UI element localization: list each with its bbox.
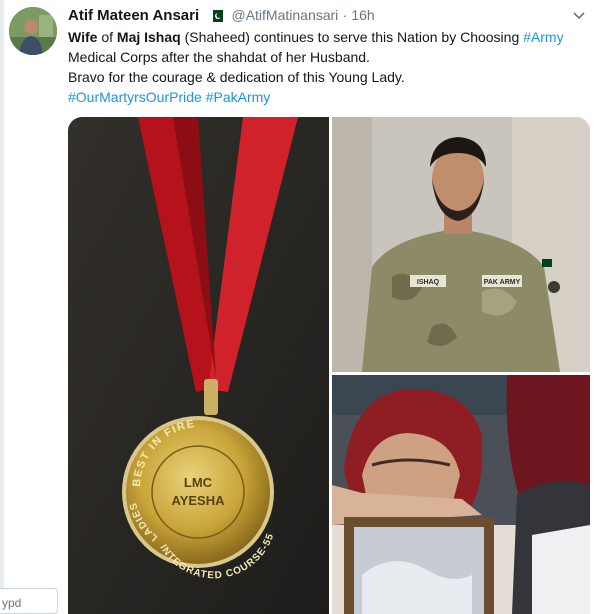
text-continues: (Shaheed) continues to serve this Nation… xyxy=(180,29,524,45)
tweet-text: Wife of Maj Ishaq (Shaheed) continues to… xyxy=(68,27,588,107)
avatar[interactable] xyxy=(9,7,57,55)
chevron-down-icon[interactable] xyxy=(572,8,586,22)
tweet-time[interactable]: 16h xyxy=(351,7,374,23)
separator-dot: · xyxy=(342,7,348,23)
author-handle[interactable]: @AtifMatinansari xyxy=(231,7,338,23)
tweet-line-3: Bravo for the courage & dedication of th… xyxy=(68,69,405,85)
mourning-photo[interactable] xyxy=(332,375,590,614)
uniform-army-tape: PAK ARMY xyxy=(484,279,521,286)
uniform-name-tape: ISHAQ xyxy=(417,279,440,286)
medal-photo[interactable]: BEST IN FIRE LADIES INTEGRATED COURSE-55… xyxy=(68,117,329,614)
reply-input[interactable]: ypd xyxy=(0,588,58,614)
medal-center-line-2: AYESHA xyxy=(172,493,226,508)
bold-maj-ishaq: Maj Ishaq xyxy=(116,29,181,45)
uniform-photo[interactable]: ISHAQ PAK ARMY xyxy=(332,117,590,372)
flag-icon xyxy=(209,10,224,22)
tweet-line-2: Medical Corps after the shahdat of her H… xyxy=(68,49,370,65)
hashtag-ourmartyrsourpride[interactable]: #OurMartyrsOurPride xyxy=(68,89,202,105)
tweet-hashtags: #OurMartyrsOurPride #PakArmy xyxy=(68,87,588,107)
medal-center-line-1: LMC xyxy=(184,475,213,490)
hashtag-army[interactable]: #Army xyxy=(523,29,563,45)
hashtag-pakarmy[interactable]: #PakArmy xyxy=(206,89,271,105)
text-of: of xyxy=(97,29,117,45)
media-grid: BEST IN FIRE LADIES INTEGRATED COURSE-55… xyxy=(68,117,590,614)
page-edge xyxy=(0,0,4,614)
bold-wife: Wife xyxy=(68,29,98,45)
author-name[interactable]: Atif Mateen Ansari xyxy=(68,7,199,24)
tweet-line-1: Wife of Maj Ishaq (Shaheed) continues to… xyxy=(68,27,588,47)
tweet-header: Atif Mateen Ansari @AtifMatinansari · 16… xyxy=(68,6,375,25)
